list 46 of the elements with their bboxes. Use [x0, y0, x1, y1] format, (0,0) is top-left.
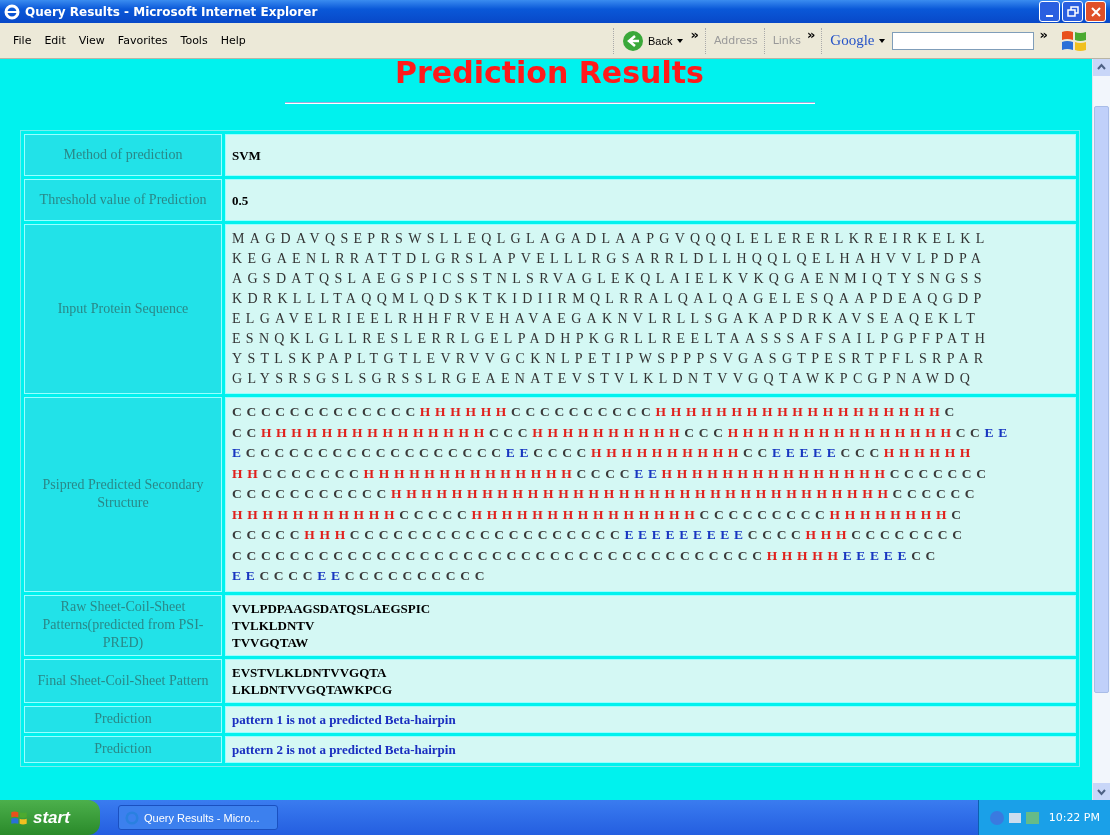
sequence-cell: MAGDAVQSEPRSWSLLEQLGLAGADLAAPGVQQQLELERERLKREIRKELKL KEGAENLRRATTDLGRSLAPVELLLRGSARRLDLLHQQLQELHAHVVLPDPA AGSDATQSLAEGSPICSSTNLSRVAGLEKQLAIELKVKQGAENMIQTYSNGSS KDRKLLLTAQQMLQDSKTKIDIIRMQLRRALQALQAGELESQAAPDEAQGDP ELGAVELRIEELRHHFRVEHAVAEGAKNVLRLLSGAKAPDRKAVSEAQEKLT ESNQKLGLLRESLERRLGELPADHPKGRLLREELTAASSSAFSAILPGPFPATH YSTLSKPAPLTGTLEVRVVGCKNLPETIPWSPPPSVGASGTPESRTPFLSRPAR GLYSRSGSLSGRSSLRGEAENATEVSTVLKLDNTVVGQTAWKPCGPNAWDQ	[225, 224, 1076, 394]
minimize-icon	[1046, 14, 1053, 17]
row-label: Method of prediction	[24, 134, 222, 176]
row-label: Raw Sheet-Coil-Sheet Patterns(predicted from PSI-PRED)	[24, 594, 222, 656]
row-label: Final Sheet-Coil-Sheet Pattern	[24, 658, 222, 703]
restore-button[interactable]	[1062, 1, 1083, 22]
value-cell: VVLPDPAAGSDATQSLAEGSPIC TVLKLDNTV TVVGQTAW	[225, 594, 1076, 656]
search-field[interactable]	[891, 31, 1034, 50]
overflow-chevron[interactable]: »	[806, 26, 816, 42]
scroll-up-icon[interactable]	[1093, 59, 1110, 76]
scrollbar[interactable]	[1092, 59, 1110, 800]
google-button[interactable]: Google	[830, 32, 886, 49]
caret-icon	[877, 37, 886, 44]
window-title: Query Results - Microsoft Internet Explorer	[25, 4, 319, 19]
close-button[interactable]	[1085, 1, 1106, 22]
scroll-down-icon[interactable]	[1093, 783, 1110, 800]
result-cell: pattern 1 is not a predicted Beta-hairpin	[225, 705, 1076, 733]
menu-item[interactable]: Tools	[180, 34, 208, 47]
menu-item[interactable]: File	[13, 34, 32, 47]
overflow-chevron[interactable]: »	[690, 26, 699, 42]
overflow-chevron[interactable]: »	[1039, 26, 1048, 42]
page-heading: Prediction Results	[394, 59, 705, 90]
value-cell: EVSTVLKLDNTVVGQTA LKLDNTVVGQTAWKPCG	[225, 658, 1076, 703]
browser-icon	[4, 3, 20, 20]
menu-item[interactable]: View	[78, 34, 105, 47]
row-label: Input Protein Sequence	[24, 224, 222, 394]
tray-icons[interactable]	[988, 809, 1041, 826]
value-cell: 0.5	[225, 179, 1076, 221]
menu-item[interactable]: Edit	[44, 34, 66, 47]
caret-icon	[676, 37, 685, 44]
minimize-button[interactable]	[1039, 1, 1060, 22]
row-label: Threshold value of Prediction	[24, 179, 222, 221]
restore-icon	[1066, 5, 1079, 18]
row-label: Prediction	[24, 735, 222, 763]
menu-item[interactable]: Help	[220, 34, 246, 47]
structure-cell: CCCCCCCCCCCCC HHHHHH CCCCCCCCCC HHHHHHHHHHHHHHHHHHH C CC HHHHHHHHHHHHHHH CCC HHHHHHHHHH CCC HHHHHHHHHHHHHHH CC EE E CCCCCCCCCCCCCCCCCC EE CCCC HHHHHHHHHH CC EEEEE CCC HHHHHH HH CCCCCCC HHHHHHHHHHHHHH CCCC EE HHHHHHHHHHHHHHH CCCCCCC CCCCCCCCCCC HHHHHHHHHHHHHHHHHHHHHHHHHHHHHHHHH CCCCCC HHHHHHHHHHH CCCCC HHHHHHHHHHHHHHH CCCCCCCCC HHHHHHHH C CCCCC HHH CCCCCCCCCCCCCCCCCCC EEEEEEEEE CCCC HHH CCCCCCCC CCCCCCCCCCCCCCCCCCCCCCCCCCCCCCCCCCCCC HHHHH EEEEE CC EE CCCC EE CCCCCCCCCC	[225, 397, 1076, 592]
clock: 10:22 PM	[1048, 811, 1100, 824]
start-button[interactable]: start	[0, 800, 100, 835]
row-label: Prediction	[24, 705, 222, 733]
menu-item[interactable]: Favorites	[117, 34, 168, 47]
close-icon	[1089, 5, 1102, 18]
result-cell: pattern 2 is not a predicted Beta-hairpin	[225, 735, 1076, 763]
value-cell: SVM	[225, 134, 1076, 176]
back-button[interactable]: Back	[622, 29, 685, 52]
taskbar-button[interactable]: Query Results - Micro...	[118, 805, 278, 830]
row-label: Psipred Predicted Secondary Structure	[24, 397, 222, 592]
